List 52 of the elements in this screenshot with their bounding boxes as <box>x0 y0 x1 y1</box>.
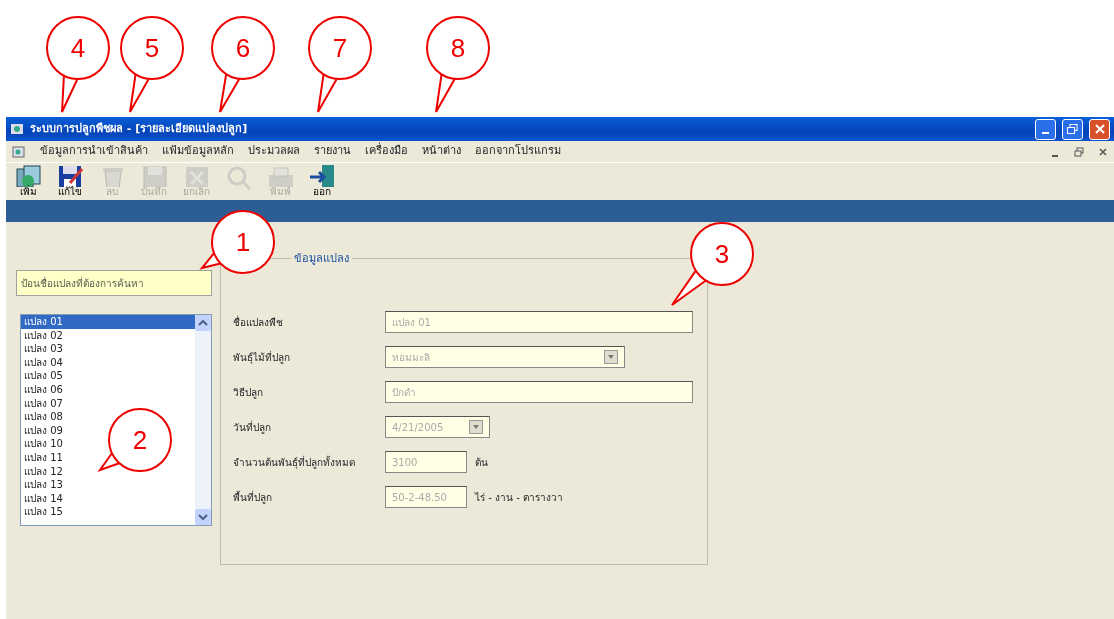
list-item[interactable]: แปลง 11 <box>21 450 66 465</box>
field-label: จำนวนต้นพันธุ์ที่ปลูกทั้งหมด <box>233 454 356 470</box>
menu-item[interactable]: เครื่องมือ <box>365 143 408 160</box>
restore-icon[interactable] <box>1074 146 1084 157</box>
app-icon <box>10 122 24 136</box>
unit-label: ต้น <box>475 455 488 470</box>
document-icon <box>12 144 26 159</box>
list-item[interactable]: แปลง 06 <box>21 382 66 397</box>
menu-item[interactable]: หน้าต่าง <box>422 143 461 160</box>
scroll-down-icon[interactable] <box>195 509 211 525</box>
list-item[interactable]: แปลง 01 <box>21 315 195 329</box>
restore-icon <box>1067 124 1078 134</box>
list-item[interactable]: แปลง 12 <box>21 464 66 479</box>
close-button[interactable] <box>1089 118 1110 140</box>
list-item[interactable]: แปลง 13 <box>21 478 66 492</box>
toolbar-button[interactable]: เพิ่ม <box>8 163 48 197</box>
field-label: พันธุ์ไม้ที่ปลูก <box>233 349 291 365</box>
floppy-icon <box>56 163 84 187</box>
toolbar-button[interactable]: แก้ไข <box>50 163 90 197</box>
minimize-button[interactable] <box>1035 118 1056 140</box>
menu-item[interactable]: ข้อมูลการนำเข้าสินค้า <box>40 143 148 160</box>
search-field[interactable]: ป้อนชื่อแปลงที่ต้องการค้นหา <box>16 270 212 296</box>
menu-item[interactable]: แฟ้มข้อมูลหลัก <box>162 143 234 160</box>
door-arrow-icon <box>308 163 336 187</box>
list-item[interactable]: แปลง 09 <box>21 423 66 438</box>
menu-item[interactable]: ประมวลผล <box>248 143 300 160</box>
field-label: วันที่ปลูก <box>233 419 272 435</box>
list-item[interactable]: แปลง 02 <box>21 328 66 343</box>
toolbar-button[interactable]: ออก <box>302 163 342 197</box>
floppy-icon <box>140 163 168 187</box>
list-item[interactable]: แปลง 05 <box>21 369 66 383</box>
scroll-up-icon[interactable] <box>195 315 211 331</box>
menu-item[interactable]: รายงาน <box>314 143 351 160</box>
close-icon[interactable] <box>1098 146 1108 157</box>
list-item[interactable]: แปลง 03 <box>21 342 66 356</box>
list-item[interactable]: แปลง 07 <box>21 396 66 411</box>
scroll-bar[interactable] <box>195 315 211 525</box>
restore-button[interactable] <box>1062 118 1083 140</box>
list-item[interactable]: แปลง 10 <box>21 437 66 451</box>
menu-item[interactable]: ออกจากโปรแกรม <box>475 143 561 160</box>
list-item[interactable]: แปลง 15 <box>21 505 66 519</box>
unit-label: ไร่ - งาน - ตารางวา <box>475 490 563 505</box>
list-item[interactable]: แปลง 08 <box>21 410 66 424</box>
minimize-icon <box>1042 132 1049 134</box>
close-icon <box>1094 124 1105 134</box>
group-title: ข้อมูลแปลง <box>291 251 352 268</box>
list-item[interactable]: แปลง 04 <box>21 355 66 370</box>
list-item[interactable]: แปลง 14 <box>21 491 66 506</box>
window-title: ระบบการปลูกพืชผล - [รายละเอียดแปลงปลูก] <box>30 120 248 138</box>
field-label: ชื่อแปลงพืช <box>233 314 284 330</box>
field-label: พื้นที่ปลูก <box>233 489 273 505</box>
field-label: วิธีปลูก <box>233 385 264 400</box>
